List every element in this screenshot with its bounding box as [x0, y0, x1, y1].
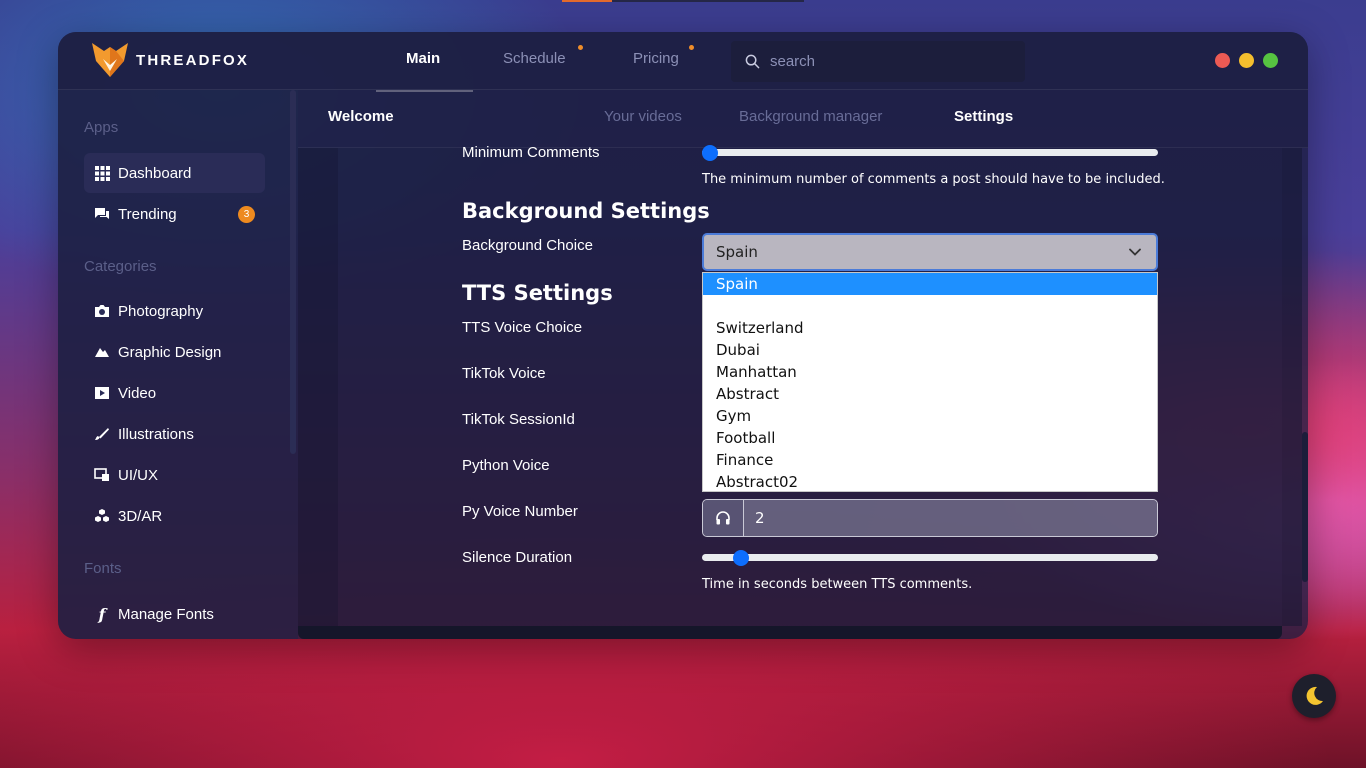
- tiktok-voice-label: TikTok Voice: [462, 365, 546, 382]
- dropdown-option[interactable]: Spain: [703, 273, 1157, 295]
- tab-settings[interactable]: Settings: [954, 108, 1013, 125]
- sidebar-item-manage-fonts[interactable]: f Manage Fonts: [84, 594, 265, 634]
- min-comments-slider[interactable]: [702, 145, 1158, 161]
- top-header: THREADFOX Main Schedule Pricing: [58, 32, 1308, 92]
- sidebar-item-label: Trending: [118, 205, 177, 223]
- subnav-welcome[interactable]: Welcome: [328, 108, 394, 125]
- sidebar-item-video[interactable]: Video: [84, 373, 265, 413]
- cubes-icon: [94, 508, 110, 524]
- sidebar-item-label: Illustrations: [118, 425, 194, 443]
- dropdown-option[interactable]: Switzerland: [703, 317, 1157, 339]
- schedule-notification-dot: [578, 45, 583, 50]
- sidebar-item-label: Manage Fonts: [118, 605, 214, 623]
- search-icon: [745, 54, 760, 69]
- dropdown-option[interactable]: Football: [703, 427, 1157, 449]
- pricing-notification-dot: [689, 45, 694, 50]
- tts-voice-choice-label: TTS Voice Choice: [462, 319, 583, 336]
- dropdown-option[interactable]: [703, 295, 1157, 317]
- vertical-scrollbar[interactable]: [1302, 432, 1308, 582]
- background-choice-label: Background Choice: [462, 237, 593, 254]
- horizontal-scrollbar[interactable]: [298, 626, 1282, 639]
- layout-icon: [94, 467, 110, 483]
- sidebar-item-label: Video: [118, 384, 157, 402]
- background-settings-heading: Background Settings: [462, 199, 710, 223]
- content-left-gutter: [298, 148, 338, 626]
- min-comments-help: The minimum number of comments a post sh…: [702, 172, 1165, 187]
- sidebar-item-photography[interactable]: Photography: [84, 291, 265, 331]
- py-voice-number-input[interactable]: [744, 500, 1157, 536]
- min-comments-label: Minimum Comments: [462, 144, 600, 161]
- brand-name: THREADFOX: [136, 51, 250, 69]
- silence-duration-slider-thumb[interactable]: [732, 550, 749, 566]
- dropdown-option[interactable]: Dubai: [703, 339, 1157, 361]
- pen-nib-icon: [94, 344, 110, 360]
- sidebar-heading-apps: Apps: [84, 119, 119, 136]
- tab-main[interactable]: Main: [406, 50, 440, 67]
- brush-icon: [94, 426, 110, 442]
- sidebar-scrollbar[interactable]: [290, 90, 296, 454]
- sidebar-item-label: 3D/AR: [118, 507, 163, 525]
- grid-icon: [94, 165, 110, 181]
- theme-toggle-button[interactable]: [1292, 674, 1336, 718]
- sidebar-item-3d-ar[interactable]: 3D/AR: [84, 496, 265, 536]
- background-choice-select[interactable]: Spain: [702, 233, 1158, 271]
- tab-your-videos[interactable]: Your videos: [604, 108, 682, 125]
- sub-navigation: Welcome Your videos Background manager S…: [298, 90, 1308, 148]
- dropdown-option[interactable]: Finance: [703, 449, 1157, 471]
- video-icon: [94, 385, 110, 401]
- moon-icon: [1306, 686, 1323, 705]
- sidebar-item-trending[interactable]: Trending 3: [84, 194, 265, 234]
- sidebar-item-label: Graphic Design: [118, 343, 222, 361]
- py-voice-number-label: Py Voice Number: [462, 503, 578, 520]
- tiktok-sessionid-label: TikTok SessionId: [462, 411, 575, 428]
- python-voice-label: Python Voice: [462, 457, 550, 474]
- chat-icon: [94, 206, 110, 222]
- sidebar: Apps Dashboard Trending 3 Categories Pho…: [58, 90, 298, 639]
- app-window: THREADFOX Main Schedule Pricing Apps: [58, 32, 1308, 639]
- font-f-icon: f: [98, 604, 106, 624]
- maximize-window-button[interactable]: [1263, 53, 1278, 68]
- close-window-button[interactable]: [1215, 53, 1230, 68]
- dropdown-option[interactable]: Manhattan: [703, 361, 1157, 383]
- dropdown-option[interactable]: Abstract02: [703, 471, 1157, 493]
- search-box[interactable]: [731, 41, 1025, 82]
- silence-duration-help: Time in seconds between TTS comments.: [702, 577, 973, 592]
- background-choice-value: Spain: [716, 243, 758, 261]
- logo[interactable]: THREADFOX: [90, 41, 249, 79]
- background-choice-dropdown: Spain Switzerland Dubai Manhattan Abstract G…: [702, 272, 1158, 492]
- fox-logo-icon: [92, 43, 128, 77]
- sidebar-heading-categories: Categories: [84, 258, 157, 275]
- sidebar-heading-fonts: Fonts: [84, 560, 122, 577]
- py-voice-number-group: [702, 499, 1158, 537]
- headphones-icon: [703, 500, 744, 536]
- silence-duration-label: Silence Duration: [462, 549, 573, 566]
- dropdown-option[interactable]: Gym: [703, 405, 1157, 427]
- tab-background-manager[interactable]: Background manager: [739, 108, 882, 125]
- top-accent-bar: [562, 0, 612, 2]
- min-comments-slider-thumb[interactable]: [702, 145, 718, 161]
- tab-schedule[interactable]: Schedule: [503, 50, 566, 67]
- tab-pricing[interactable]: Pricing: [633, 50, 679, 67]
- content-right-gutter: [1282, 148, 1302, 626]
- dropdown-option[interactable]: Abstract: [703, 383, 1157, 405]
- sidebar-item-label: UI/UX: [118, 466, 159, 484]
- camera-icon: [94, 303, 110, 319]
- sidebar-item-label: Photography: [118, 302, 204, 320]
- sidebar-item-graphic-design[interactable]: Graphic Design: [84, 332, 265, 372]
- top-dark-bar: [612, 0, 804, 2]
- sidebar-item-dashboard[interactable]: Dashboard: [84, 153, 265, 193]
- search-input[interactable]: [770, 53, 1010, 70]
- trending-count-badge: 3: [238, 206, 255, 223]
- silence-duration-slider[interactable]: [702, 550, 1158, 566]
- minimize-window-button[interactable]: [1239, 53, 1254, 68]
- sidebar-item-illustrations[interactable]: Illustrations: [84, 414, 265, 454]
- chevron-down-icon: [1129, 248, 1141, 256]
- sidebar-item-ui-ux[interactable]: UI/UX: [84, 455, 265, 495]
- tts-settings-heading: TTS Settings: [462, 281, 613, 305]
- sidebar-item-label: Dashboard: [118, 164, 192, 182]
